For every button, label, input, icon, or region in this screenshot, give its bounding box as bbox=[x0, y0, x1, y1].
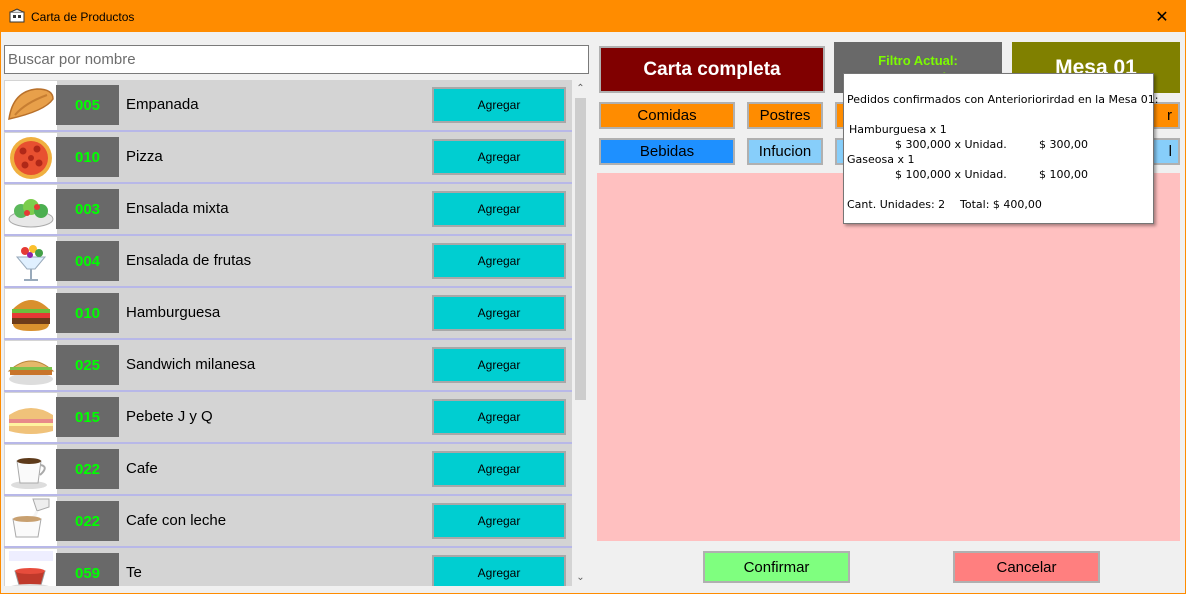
tooltip-item-unit: $ 100,000 x Unidad. bbox=[895, 168, 1007, 181]
category-label-fragment: l bbox=[1168, 143, 1172, 160]
product-name: Pizza bbox=[126, 148, 163, 165]
tea-icon bbox=[5, 549, 57, 586]
product-code: 005 bbox=[56, 85, 119, 125]
add-button[interactable]: Agregar bbox=[432, 451, 566, 487]
window-title: Carta de Productos bbox=[31, 10, 135, 24]
product-code: 004 bbox=[56, 241, 119, 281]
add-button[interactable]: Agregar bbox=[432, 555, 566, 586]
list-item: 015 Pebete J y Q Agregar bbox=[4, 392, 572, 444]
pebete-icon bbox=[5, 393, 57, 442]
tooltip-summary-total: Total: $ 400,00 bbox=[960, 198, 1042, 211]
list-item: 022 Cafe Agregar bbox=[4, 444, 572, 496]
list-item: 010 Hamburguesa Agregar bbox=[4, 288, 572, 340]
fruit-salad-icon bbox=[5, 237, 57, 286]
confirm-button[interactable]: Confirmar bbox=[703, 551, 850, 583]
tooltip-item-name: Gaseosa x 1 bbox=[847, 153, 915, 166]
list-item: 004 Ensalada de frutas Agregar bbox=[4, 236, 572, 288]
product-code: 003 bbox=[56, 189, 119, 229]
list-item: 025 Sandwich milanesa Agregar bbox=[4, 340, 572, 392]
pizza-icon bbox=[5, 133, 57, 182]
add-button[interactable]: Agregar bbox=[432, 347, 566, 383]
product-name: Cafe con leche bbox=[126, 512, 227, 529]
product-name: Empanada bbox=[126, 96, 199, 113]
product-code: 022 bbox=[56, 449, 119, 489]
category-bebidas[interactable]: Bebidas bbox=[599, 138, 735, 165]
add-button[interactable]: Agregar bbox=[432, 503, 566, 539]
add-button[interactable]: Agregar bbox=[432, 139, 566, 175]
product-code: 059 bbox=[56, 553, 119, 586]
close-icon: ✕ bbox=[1155, 8, 1169, 26]
product-list-scrollbar[interactable]: ⌃ ⌄ bbox=[572, 80, 589, 586]
search-input[interactable] bbox=[4, 45, 589, 74]
add-button[interactable]: Agregar bbox=[432, 191, 566, 227]
product-name: Sandwich milanesa bbox=[126, 356, 256, 373]
product-name: Pebete J y Q bbox=[126, 408, 213, 425]
tooltip-summary-units: Cant. Unidades: 2 bbox=[847, 198, 946, 211]
add-button[interactable]: Agregar bbox=[432, 87, 566, 123]
product-code: 025 bbox=[56, 345, 119, 385]
product-code: 022 bbox=[56, 501, 119, 541]
product-code: 010 bbox=[56, 293, 119, 333]
scroll-up-icon[interactable]: ⌃ bbox=[572, 80, 589, 97]
category-postres[interactable]: Postres bbox=[747, 102, 823, 129]
tooltip-heading: Pedidos confirmados con Anterioriorirdad… bbox=[847, 93, 1159, 106]
category-infucion[interactable]: Infucion bbox=[747, 138, 823, 165]
product-name: Cafe bbox=[126, 460, 158, 477]
add-button[interactable]: Agregar bbox=[432, 243, 566, 279]
list-item: 005 Empanada Agregar bbox=[4, 80, 572, 132]
category-comidas[interactable]: Comidas bbox=[599, 102, 735, 129]
confirmed-orders-tooltip: Pedidos confirmados con Anterioriorirdad… bbox=[843, 73, 1158, 224]
product-name: Ensalada de frutas bbox=[126, 252, 252, 269]
add-button[interactable]: Agregar bbox=[432, 295, 566, 331]
coffee-cup-icon bbox=[5, 445, 57, 494]
app-icon bbox=[9, 8, 25, 23]
order-list-area[interactable] bbox=[597, 173, 1180, 541]
scroll-down-icon[interactable]: ⌄ bbox=[572, 569, 589, 586]
list-item: 059 Te Agregar bbox=[4, 548, 572, 586]
coffee-milk-icon bbox=[5, 497, 57, 546]
list-item: 022 Cafe con leche Agregar bbox=[4, 496, 572, 548]
close-button[interactable]: ✕ bbox=[1139, 1, 1185, 32]
app-window: Carta de Productos ✕ 005 Empanada Agrega… bbox=[0, 0, 1186, 594]
tooltip-item-total: $ 300,00 bbox=[1039, 138, 1088, 151]
title-bar: Carta de Productos ✕ bbox=[1, 1, 1185, 32]
product-name: Hamburguesa bbox=[126, 304, 221, 321]
product-code: 010 bbox=[56, 137, 119, 177]
carta-completa-button[interactable]: Carta completa bbox=[599, 46, 825, 93]
burger-icon bbox=[5, 289, 57, 338]
tooltip-item-name: Hamburguesa x 1 bbox=[849, 123, 947, 136]
list-item: 003 Ensalada mixta Agregar bbox=[4, 184, 572, 236]
add-button[interactable]: Agregar bbox=[432, 399, 566, 435]
empanada-icon bbox=[5, 81, 57, 130]
list-item: 010 Pizza Agregar bbox=[4, 132, 572, 184]
salad-icon bbox=[5, 185, 57, 234]
filter-label: Filtro Actual: bbox=[878, 53, 958, 68]
scroll-thumb[interactable] bbox=[575, 98, 586, 400]
product-code: 015 bbox=[56, 397, 119, 437]
category-label-fragment: r bbox=[1167, 107, 1172, 124]
product-name: Te bbox=[126, 564, 142, 581]
tooltip-item-total: $ 100,00 bbox=[1039, 168, 1088, 181]
sandwich-icon bbox=[5, 341, 57, 390]
tooltip-item-unit: $ 300,000 x Unidad. bbox=[895, 138, 1007, 151]
product-name: Ensalada mixta bbox=[126, 200, 229, 217]
product-list: 005 Empanada Agregar 010 Pizza Agregar 0… bbox=[4, 80, 572, 586]
cancel-button[interactable]: Cancelar bbox=[953, 551, 1100, 583]
